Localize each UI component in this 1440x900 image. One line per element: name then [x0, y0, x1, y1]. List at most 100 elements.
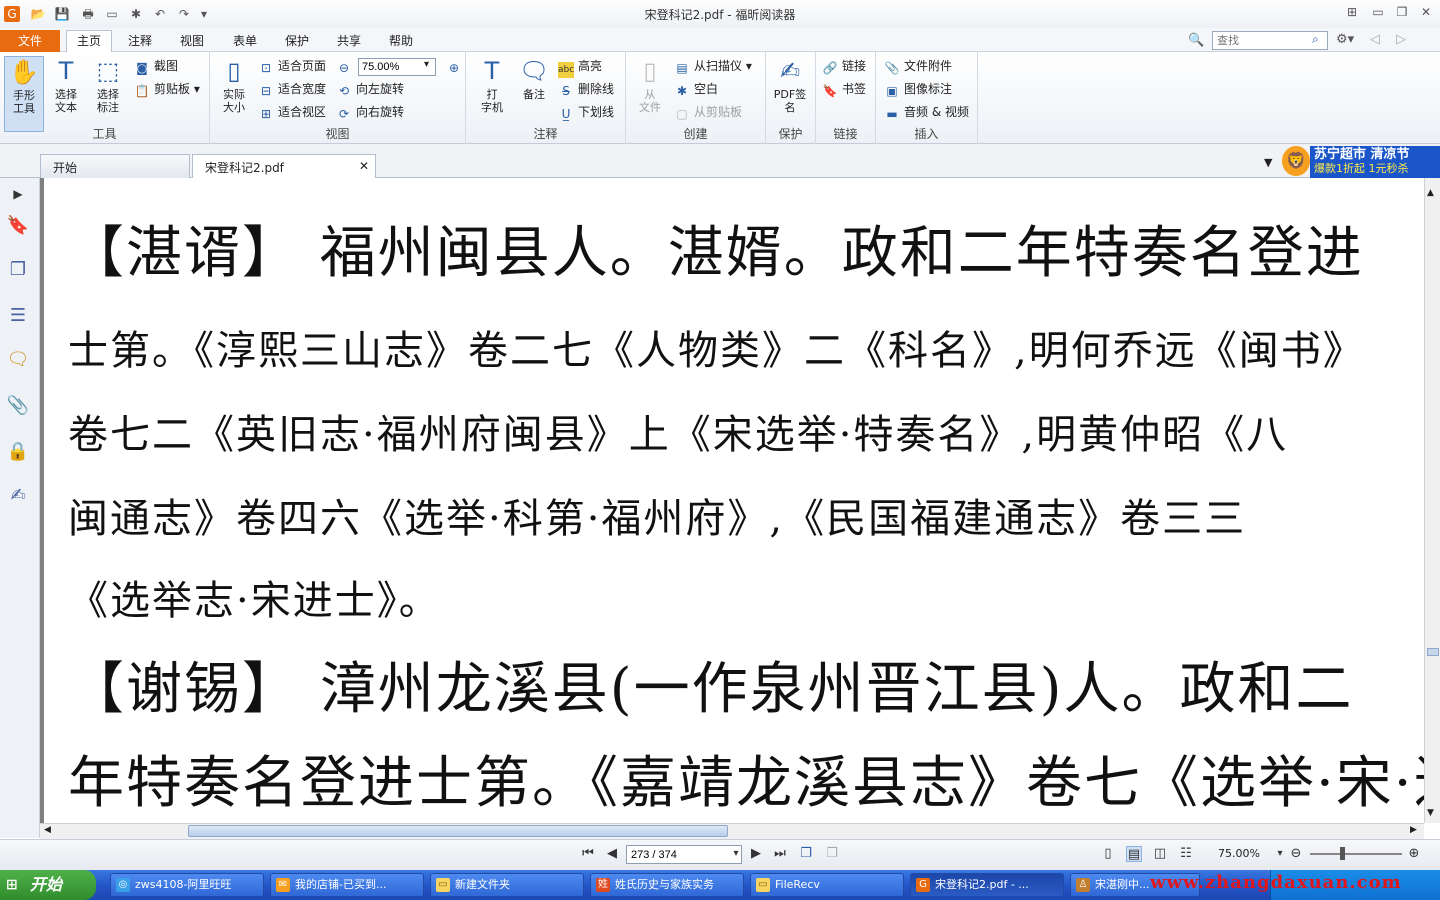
- page-dropdown-icon[interactable]: ▾: [728, 846, 744, 862]
- layers-panel-icon[interactable]: ☰: [6, 304, 30, 328]
- menu-share[interactable]: 共享: [337, 32, 361, 49]
- from-scanner-button[interactable]: ▤ 从扫描仪 ▾: [674, 56, 752, 76]
- zoom-dropdown-status-icon[interactable]: ▾: [1272, 846, 1288, 862]
- scroll-down-icon[interactable]: ▼: [1427, 808, 1434, 818]
- prev-result-icon[interactable]: ◁: [1370, 32, 1380, 47]
- search-icon[interactable]: ⌕: [1312, 32, 1319, 47]
- expand-panel-icon[interactable]: ▶: [6, 182, 30, 206]
- layout-icon[interactable]: ⊞: [1342, 4, 1362, 20]
- vertical-scrollbar[interactable]: ▲ ▼: [1424, 178, 1440, 823]
- zoom-dropdown-icon[interactable]: ▾: [424, 59, 429, 70]
- menu-comment[interactable]: 注释: [128, 32, 152, 49]
- note-button[interactable]: 🗨 备注: [514, 56, 554, 101]
- select-annotation-button[interactable]: ⬚ 选择 标注: [88, 56, 128, 114]
- actual-size-button[interactable]: ▯ 实际 大小: [214, 56, 254, 114]
- status-zoom-out-icon[interactable]: ⊖: [1288, 846, 1304, 862]
- rotate-right-button[interactable]: ⟳ 向右旋转: [336, 102, 404, 122]
- audio-video-button[interactable]: ▬ 音频 & 视频: [884, 102, 969, 122]
- vertical-scroll-thumb[interactable]: [1427, 648, 1439, 656]
- browser-icon: ✉: [276, 878, 290, 892]
- doc-line: 年特奏名登进士第。《嘉靖龙溪县志》卷七《选举·宋·进: [68, 751, 1424, 816]
- menu-home[interactable]: 主页: [66, 30, 113, 53]
- ad-banner[interactable]: 苏宁超市 清凉节 爆款1折起 1元秒杀: [1310, 146, 1440, 178]
- start-button[interactable]: ⊞ 开始: [0, 870, 96, 900]
- bookmark-button[interactable]: 🔖 书签: [822, 79, 867, 99]
- minimize-icon[interactable]: ▭: [1368, 4, 1388, 20]
- find-icon[interactable]: 🔍: [1188, 33, 1204, 48]
- windows-logo-icon: ⊞: [6, 877, 18, 893]
- page-number-input[interactable]: [626, 845, 742, 864]
- tab-document[interactable]: 宋登科记2.pdf ✕: [192, 154, 376, 178]
- scroll-left-icon[interactable]: ◀: [44, 825, 51, 835]
- document-view[interactable]: 【湛谞】 福州闽县人。湛婿。政和二年特奏名登进 士第。《淳熙三山志》卷二七《人物…: [40, 178, 1424, 823]
- highlight-button[interactable]: abc 高亮: [558, 56, 602, 78]
- tab-list-icon[interactable]: ▼: [1264, 156, 1272, 169]
- hand-tool-button[interactable]: ✋ 手形 工具: [4, 56, 44, 132]
- prev-page-icon[interactable]: ◀: [604, 846, 620, 862]
- ribbon: ✋ 手形 工具 T 选择 文本 ⬚ 选择 标注 ◙ 截图 📋 剪贴板 ▾ 工具 ▯ 实际 大…: [0, 52, 1440, 144]
- file-attachment-button[interactable]: 📎 文件附件: [884, 56, 953, 76]
- security-panel-icon[interactable]: 🔒: [6, 440, 30, 464]
- scroll-up-icon[interactable]: ▲: [1427, 188, 1434, 198]
- strikeout-button[interactable]: S̶ 删除线: [558, 79, 614, 99]
- fit-width-button[interactable]: ⊟ 适合宽度: [258, 79, 326, 99]
- pdf-sign-button[interactable]: ✍ PDF签 名: [770, 56, 810, 114]
- select-text-button[interactable]: T 选择 文本: [46, 56, 86, 114]
- snapshot-button[interactable]: ◙ 截图: [134, 56, 178, 76]
- link-button[interactable]: 🔗 链接: [822, 56, 867, 76]
- attachments-panel-icon[interactable]: 📎: [6, 394, 30, 418]
- first-page-icon[interactable]: ⏮: [580, 846, 596, 862]
- rotate-left-button[interactable]: ⟲ 向左旋转: [336, 79, 404, 99]
- zoom-slider-thumb[interactable]: [1340, 847, 1345, 860]
- from-clipboard-button[interactable]: ▢ 从剪贴板: [674, 102, 742, 122]
- next-page-icon[interactable]: ▶: [748, 846, 764, 862]
- image-icon: ▣: [886, 84, 898, 98]
- menu-view[interactable]: 视图: [180, 32, 204, 49]
- menu-file[interactable]: 文件: [0, 30, 60, 52]
- facing-page-icon[interactable]: ◫: [1152, 846, 1168, 862]
- pages-panel-icon[interactable]: ❐: [6, 258, 30, 282]
- task-item[interactable]: ✉ 我的店铺-已买到...: [270, 873, 424, 897]
- restore-icon[interactable]: ❐: [1392, 4, 1412, 20]
- clipboard-button[interactable]: 📋 剪贴板 ▾: [134, 79, 200, 99]
- next-result-icon[interactable]: ▷: [1396, 32, 1406, 47]
- close-icon[interactable]: ✕: [1416, 4, 1436, 20]
- fit-page-button[interactable]: ⊡ 适合页面: [258, 56, 326, 76]
- fit-visible-button[interactable]: ⊞ 适合视区: [258, 102, 326, 122]
- task-item[interactable]: 姓姓氏历史与家族实务: [590, 873, 744, 897]
- close-tab-icon[interactable]: ✕: [359, 159, 369, 173]
- search-input[interactable]: [1212, 31, 1328, 50]
- zoom-in-button[interactable]: ⊕: [446, 56, 466, 76]
- rotate-right-icon: ⟳: [338, 107, 350, 121]
- status-zoom-value[interactable]: 75.00%: [1218, 847, 1260, 860]
- zoom-slider[interactable]: [1310, 853, 1402, 855]
- continuous-facing-icon[interactable]: ☷: [1178, 846, 1194, 862]
- task-item[interactable]: ▭ FileRecv: [750, 873, 904, 897]
- comments-panel-icon[interactable]: 🗨: [6, 348, 30, 372]
- tab-start[interactable]: 开始: [40, 154, 190, 178]
- zoom-out-button[interactable]: ⊖: [336, 56, 356, 76]
- signatures-panel-icon[interactable]: ✍: [6, 484, 30, 508]
- single-page-icon[interactable]: ▯: [1100, 846, 1116, 862]
- next-view-icon[interactable]: ❐: [824, 846, 840, 862]
- blank-button[interactable]: ✱ 空白: [674, 79, 718, 99]
- continuous-page-icon[interactable]: ▤: [1126, 846, 1142, 862]
- scroll-right-icon[interactable]: ▶: [1410, 825, 1417, 835]
- settings-icon[interactable]: ⚙▾: [1336, 32, 1354, 47]
- status-zoom-in-icon[interactable]: ⊕: [1406, 846, 1422, 862]
- task-item[interactable]: ▭ 新建文件夹: [430, 873, 584, 897]
- image-annotation-button[interactable]: ▣ 图像标注: [884, 79, 952, 99]
- previous-view-icon[interactable]: ❐: [798, 846, 814, 862]
- underline-button[interactable]: U̲ 下划线: [558, 102, 614, 122]
- task-item-active[interactable]: G 宋登科记2.pdf - ...: [910, 873, 1064, 897]
- bookmarks-panel-icon[interactable]: 🔖: [6, 214, 30, 238]
- typewriter-button[interactable]: T打 字机: [472, 56, 512, 114]
- horizontal-scroll-thumb[interactable]: [188, 825, 728, 837]
- from-file-button[interactable]: ▯ 从 文件: [630, 56, 670, 114]
- menu-protect[interactable]: 保护: [285, 32, 309, 49]
- last-page-icon[interactable]: ⏭: [772, 846, 788, 862]
- menu-form[interactable]: 表单: [233, 32, 257, 49]
- task-item[interactable]: ◎ zws4108-阿里旺旺: [110, 873, 264, 897]
- menu-help[interactable]: 帮助: [389, 32, 413, 49]
- lion-mascot-icon[interactable]: 🦁: [1282, 146, 1310, 176]
